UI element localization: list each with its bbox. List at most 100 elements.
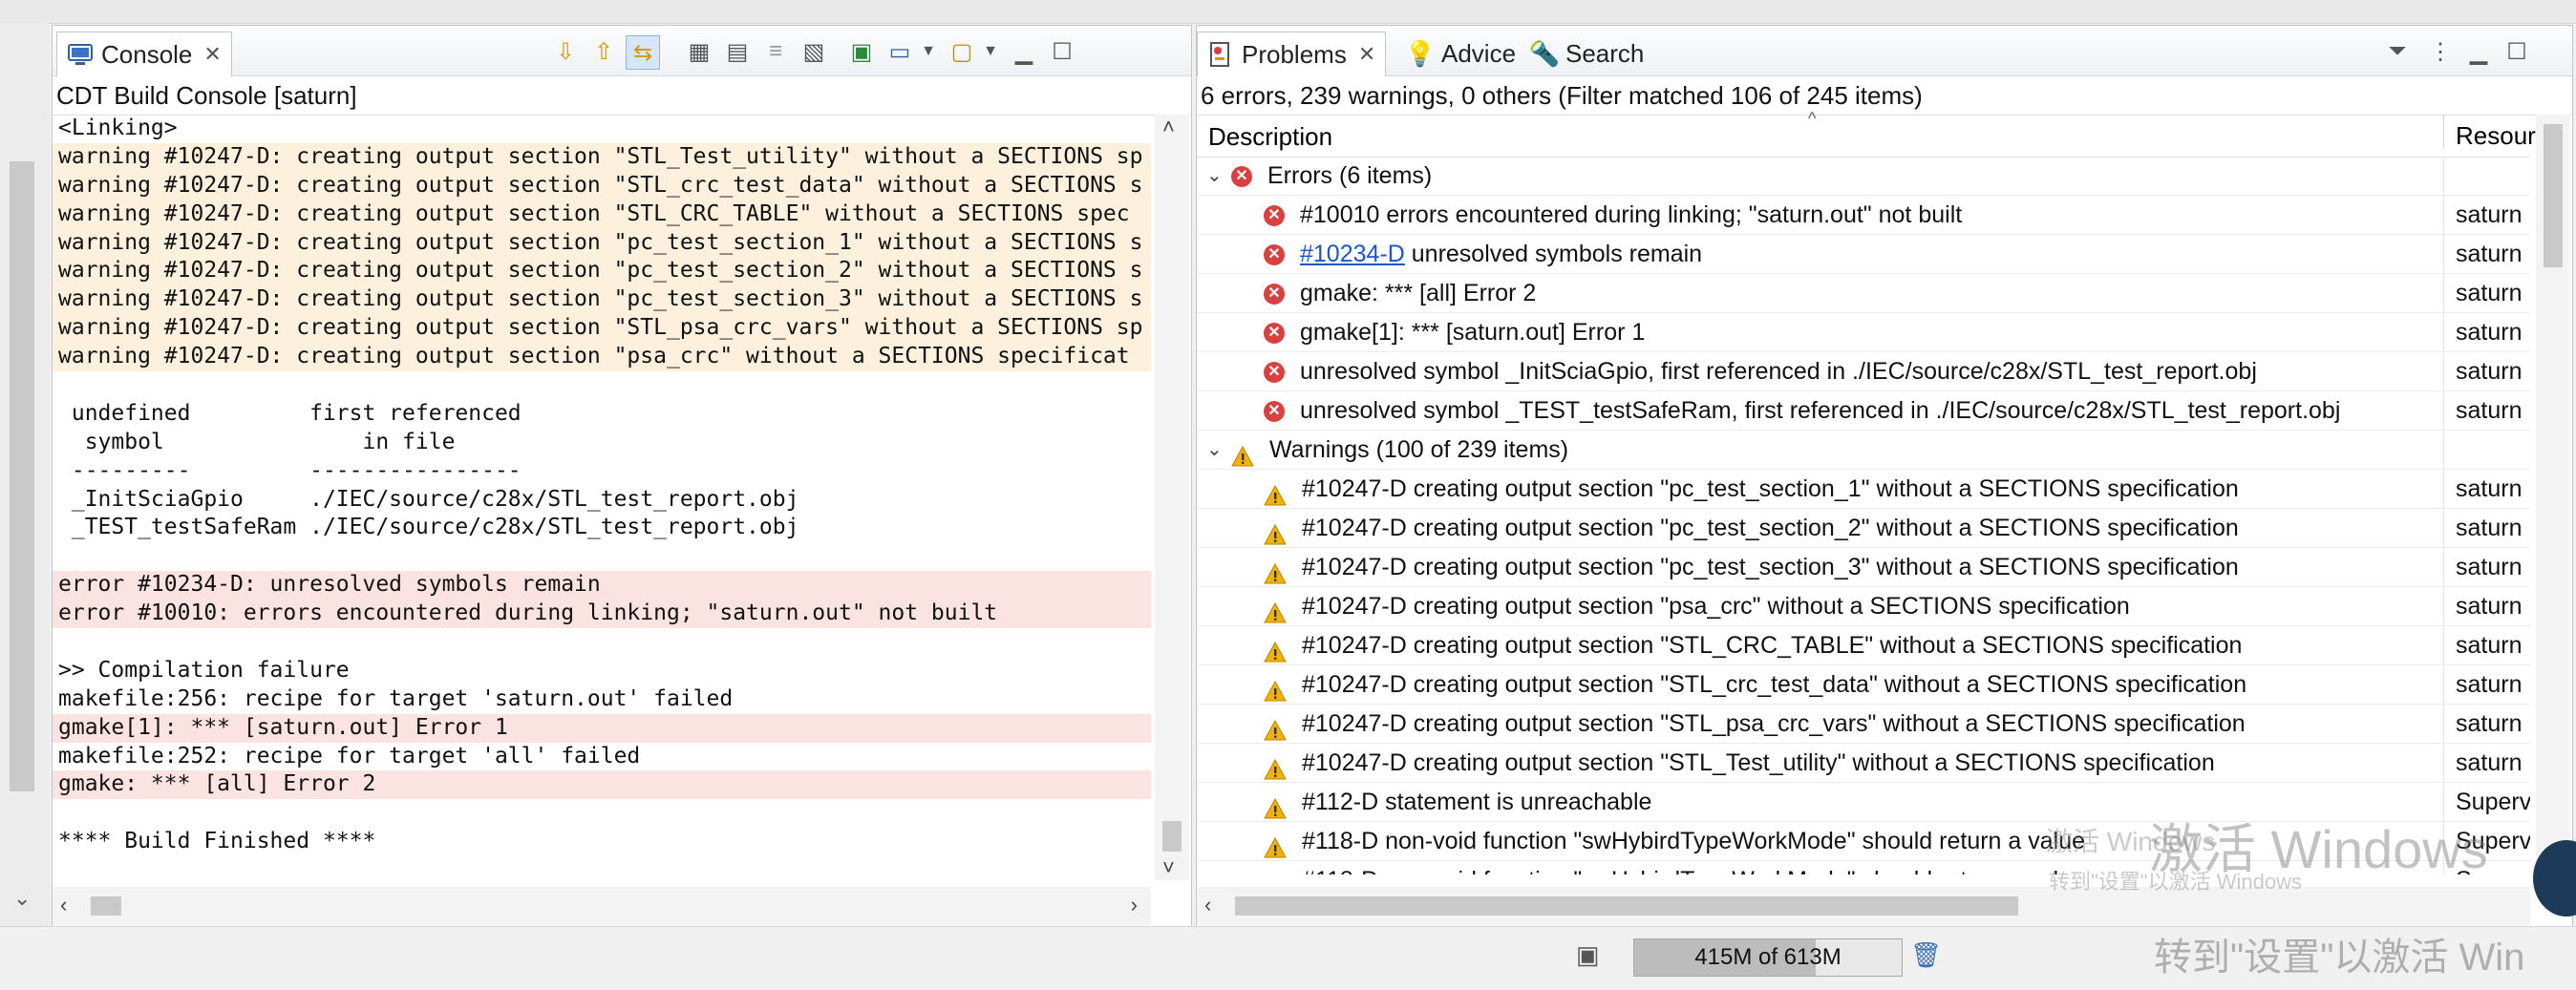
problems-row[interactable]: #10247-D creating output section "psa_cr… bbox=[1197, 587, 2530, 626]
problem-label: #112-D statement is unreachable bbox=[1302, 789, 1652, 815]
console-horizontal-scrollbar[interactable]: ‹ › bbox=[53, 887, 1151, 925]
scroll-thumb[interactable] bbox=[1235, 896, 2018, 916]
console-tabbar: Console ✕ ⇩ ⇧ ⇆ ▦ ▤ ≡ ▧ ▣ ▭ ▼ ▢ ▼ ▁ ☐ bbox=[53, 26, 1191, 76]
console-view: Console ✕ ⇩ ⇧ ⇆ ▦ ▤ ≡ ▧ ▣ ▭ ▼ ▢ ▼ ▁ ☐ CD… bbox=[52, 25, 1192, 928]
problems-row[interactable]: ✕ unresolved symbol _TEST_testSafeRam, fi… bbox=[1197, 391, 2530, 431]
filter-icon[interactable]: ⏷ bbox=[2381, 35, 2414, 68]
console-line: <Linking> bbox=[58, 116, 178, 140]
problems-row[interactable]: #10247-D creating output section "STL_ps… bbox=[1197, 705, 2530, 744]
problems-row[interactable]: #10247-D creating output section "pc_tes… bbox=[1197, 470, 2530, 509]
problems-row[interactable]: #10247-D creating output section "pc_tes… bbox=[1197, 509, 2530, 548]
problems-row[interactable]: ✕ #10010 errors encountered during linkin… bbox=[1197, 196, 2530, 235]
clear-console-icon[interactable]: ▧ bbox=[798, 35, 830, 68]
tab-problems[interactable]: Problems ✕ bbox=[1197, 32, 1387, 76]
problem-resource: saturn bbox=[2443, 352, 2522, 390]
warning-icon bbox=[1264, 675, 1287, 702]
problems-horizontal-scrollbar[interactable]: ‹ bbox=[1197, 887, 2530, 925]
lightbulb-icon: 💡 bbox=[1404, 38, 1437, 68]
close-icon[interactable]: ✕ bbox=[1358, 42, 1375, 67]
problems-row[interactable]: ✕ gmake: *** [all] Error 2 saturn bbox=[1197, 274, 2530, 313]
trash-icon[interactable]: 🗑 bbox=[1910, 940, 1943, 973]
scroll-thumb[interactable] bbox=[2544, 124, 2563, 267]
open-build-log-icon[interactable]: ▤ bbox=[721, 35, 754, 68]
open-console-icon[interactable]: ▢ bbox=[946, 35, 978, 68]
problem-label: #10247-D creating output section "pc_tes… bbox=[1302, 554, 2239, 580]
problems-view: Problems ✕ 💡 Advice 🔦 Search ⏷ ⋮ ▁ ☐ 6 e… bbox=[1196, 25, 2573, 928]
expand-twistie-icon[interactable]: ⌄ bbox=[1206, 157, 1223, 195]
console-line: gmake[1]: *** [saturn.out] Error 1 bbox=[53, 713, 1151, 743]
tab-console-label: Console bbox=[101, 39, 193, 69]
chevron-left-icon[interactable]: ‹ bbox=[1204, 893, 1211, 917]
problems-vertical-scrollbar[interactable] bbox=[2536, 115, 2570, 880]
problem-description: ✕ #10234-D unresolved symbols remain bbox=[1264, 235, 1702, 273]
warning-icon bbox=[1264, 479, 1287, 506]
warning-icon bbox=[1264, 558, 1287, 584]
chevron-right-icon[interactable]: › bbox=[1131, 893, 1138, 917]
problems-row[interactable]: #10247-D creating output section "STL_cr… bbox=[1197, 665, 2530, 705]
console-output[interactable]: <Linking> warning #10247-D: creating outp… bbox=[53, 115, 1151, 880]
problem-code-link[interactable]: #10234-D bbox=[1300, 241, 1405, 267]
scroll-thumb[interactable] bbox=[1162, 821, 1182, 852]
left-trim-scrollbar[interactable] bbox=[10, 161, 34, 791]
console-vertical-scrollbar[interactable]: ˄ ˅ bbox=[1155, 115, 1189, 880]
problems-row[interactable]: #10247-D creating output section "STL_Te… bbox=[1197, 744, 2530, 783]
word-wrap-icon[interactable]: ≡ bbox=[759, 35, 792, 68]
problems-row[interactable]: ✕ gmake[1]: *** [saturn.out] Error 1 satur… bbox=[1197, 313, 2530, 352]
console-line: warning #10247-D: creating output sectio… bbox=[53, 343, 1151, 372]
console-line: warning #10247-D: creating output sectio… bbox=[53, 314, 1151, 344]
tab-advice[interactable]: 💡 Advice bbox=[1404, 32, 1516, 75]
scroll-thumb[interactable] bbox=[91, 896, 121, 916]
chevron-down-icon[interactable]: ˅ bbox=[1162, 855, 1175, 880]
display-console-icon[interactable]: ▭ bbox=[884, 35, 916, 68]
console-line: _InitSciaGpio ./IEC/source/c28x/STL_test… bbox=[58, 486, 799, 512]
console-line: error #10234-D: unresolved symbols remai… bbox=[53, 571, 1151, 600]
maximize-icon[interactable]: ☐ bbox=[1046, 35, 1078, 68]
display-console-dropdown-icon[interactable]: ▼ bbox=[912, 35, 945, 68]
tab-search[interactable]: 🔦 Search bbox=[1528, 32, 1645, 75]
minimize-icon[interactable]: ▁ bbox=[2462, 35, 2495, 68]
console-line: makefile:256: recipe for target 'saturn.… bbox=[58, 685, 734, 711]
problem-description: #10247-D creating output section "STL_ps… bbox=[1264, 705, 2246, 743]
problems-row[interactable]: #10247-D creating output section "pc_tes… bbox=[1197, 548, 2530, 587]
watermark-subtitle: 转到"设置"以激活 Win bbox=[2154, 937, 2525, 979]
tab-console[interactable]: Console ✕ bbox=[56, 32, 232, 76]
open-console-dropdown-icon[interactable]: ▼ bbox=[974, 35, 1007, 68]
console-line: warning #10247-D: creating output sectio… bbox=[53, 200, 1151, 229]
sort-ascending-icon: ^ bbox=[1808, 109, 1817, 128]
scroll-lock-icon[interactable]: ⇆ bbox=[626, 35, 660, 70]
copy-build-log-icon[interactable]: ▦ bbox=[683, 35, 715, 68]
problems-row[interactable]: ✕ unresolved symbol _InitSciaGpio, first … bbox=[1197, 352, 2530, 391]
chevron-left-icon[interactable]: ‹ bbox=[60, 893, 67, 917]
view-menu-icon[interactable]: ⋮ bbox=[2424, 35, 2457, 68]
problems-row[interactable]: ✕ #10234-D unresolved symbols remain satur… bbox=[1197, 235, 2530, 274]
scroll-up-icon[interactable]: ⇧ bbox=[587, 35, 620, 68]
search-flashlight-icon: 🔦 bbox=[1528, 38, 1561, 68]
maximize-icon[interactable]: ☐ bbox=[2501, 35, 2533, 68]
progress-icon[interactable]: ▣ bbox=[1576, 940, 1608, 973]
problems-group-row[interactable]: ⌄ Warnings (100 of 239 items) bbox=[1197, 431, 2530, 470]
problem-label: #10247-D creating output section "pc_tes… bbox=[1302, 475, 2239, 502]
warning-icon bbox=[1264, 597, 1287, 623]
column-resource[interactable]: Resour bbox=[2443, 115, 2536, 150]
warning-icon bbox=[1264, 636, 1287, 663]
scroll-down-icon[interactable]: ⇩ bbox=[549, 35, 582, 68]
chevron-down-icon[interactable]: ⌄ bbox=[13, 886, 31, 911]
close-icon[interactable]: ✕ bbox=[203, 42, 221, 67]
expand-twistie-icon[interactable]: ⌄ bbox=[1206, 431, 1223, 469]
problem-description: Warnings (100 of 239 items) bbox=[1231, 431, 1568, 469]
column-description[interactable]: Description bbox=[1208, 122, 1332, 152]
problems-tree[interactable]: ⌄ ✕ Errors (6 items) ✕ #10010 errors encount… bbox=[1197, 157, 2530, 874]
problems-row[interactable]: #10247-D creating output section "STL_CR… bbox=[1197, 626, 2530, 665]
problem-resource: saturn bbox=[2443, 587, 2522, 625]
error-icon: ✕ bbox=[1264, 362, 1285, 384]
problem-description: #10247-D creating output section "pc_tes… bbox=[1264, 509, 2239, 547]
chevron-up-icon[interactable]: ˄ bbox=[1162, 115, 1175, 139]
problem-resource: saturn bbox=[2443, 235, 2522, 273]
console-line: --------- ---------------- bbox=[58, 457, 522, 483]
pin-console-icon[interactable]: ▣ bbox=[845, 35, 878, 68]
minimize-icon[interactable]: ▁ bbox=[1008, 35, 1040, 68]
heap-status[interactable]: 415M of 613M bbox=[1633, 938, 1903, 977]
problems-group-row[interactable]: ⌄ ✕ Errors (6 items) bbox=[1197, 157, 2530, 196]
